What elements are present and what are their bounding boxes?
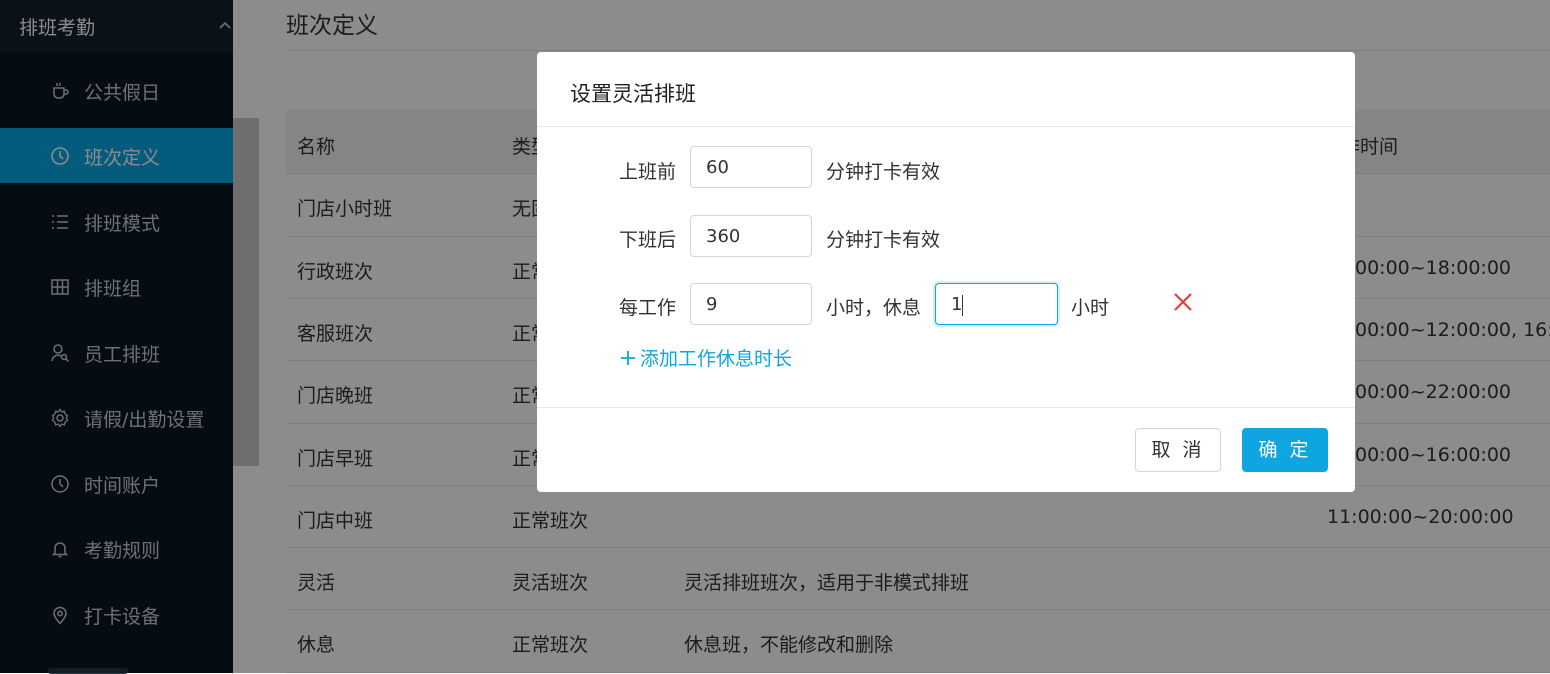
text-cursor <box>962 295 963 316</box>
dialog-title: 设置灵活排班 <box>570 82 696 106</box>
work-hours-value: 9 <box>706 294 718 315</box>
rest-hours-suffix: 小时 <box>1071 297 1110 319</box>
delete-icon[interactable] <box>1173 292 1193 312</box>
after-work-label: 下班后 <box>619 229 677 251</box>
divider <box>537 126 1355 127</box>
before-work-suffix: 分钟打卡有效 <box>826 161 941 183</box>
before-work-value: 60 <box>706 157 729 178</box>
plus-icon <box>620 349 636 365</box>
confirm-button[interactable]: 确 定 <box>1242 428 1328 472</box>
work-hours-label: 每工作 <box>619 297 677 319</box>
rest-hours-label: 小时，休息 <box>826 297 922 319</box>
add-work-rest-duration-link[interactable]: 添加工作休息时长 <box>620 344 792 371</box>
before-work-label: 上班前 <box>619 161 677 183</box>
after-work-value: 360 <box>706 226 741 247</box>
before-work-input[interactable]: 60 <box>690 146 812 188</box>
work-hours-input[interactable]: 9 <box>690 283 812 325</box>
flexible-schedule-dialog: 设置灵活排班 上班前 60 分钟打卡有效 下班后 360 分钟打卡有效 每工作 … <box>537 52 1355 492</box>
rest-hours-input[interactable]: 1 <box>935 283 1058 325</box>
divider <box>537 407 1355 408</box>
after-work-suffix: 分钟打卡有效 <box>826 229 941 251</box>
rest-hours-value: 1 <box>951 294 963 315</box>
after-work-input[interactable]: 360 <box>690 215 812 257</box>
add-link-label: 添加工作休息时长 <box>640 348 793 370</box>
cancel-button[interactable]: 取 消 <box>1135 428 1221 472</box>
